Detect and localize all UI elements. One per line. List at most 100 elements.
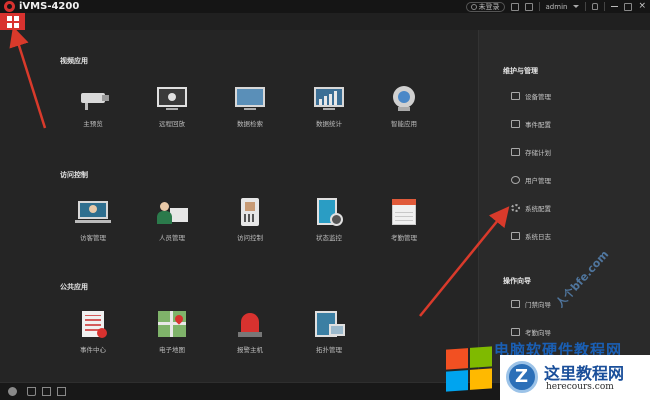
window-icon[interactable] bbox=[42, 387, 51, 396]
section-title-public: 公共应用 bbox=[60, 283, 88, 291]
app-label: 状态监控 bbox=[316, 234, 342, 242]
chevron-down-icon[interactable] bbox=[573, 5, 580, 8]
topology-icon bbox=[311, 310, 347, 338]
app-attendance-management[interactable]: 考勤管理 bbox=[374, 198, 434, 242]
app-e-map[interactable]: 电子地图 bbox=[142, 310, 202, 354]
menu-item-system-config[interactable]: 系统配置 bbox=[511, 202, 551, 214]
event-icon bbox=[511, 120, 520, 128]
attendance-icon bbox=[511, 328, 520, 336]
map-icon bbox=[154, 310, 190, 338]
login-status: 未登录 bbox=[478, 2, 500, 11]
app-data-statistics[interactable]: 数据统计 bbox=[299, 84, 359, 128]
gear-icon bbox=[511, 204, 520, 212]
menu-item-label: 用户管理 bbox=[525, 177, 551, 185]
guide-title: 操作向导 bbox=[503, 277, 531, 285]
menu-item-label: 门禁向导 bbox=[525, 301, 551, 309]
maintenance-title: 维护与管理 bbox=[503, 67, 538, 75]
brand-watermark: Z 这里教程网 herecours.com bbox=[500, 355, 650, 400]
cloud-icon bbox=[470, 3, 477, 10]
grid-icon bbox=[6, 15, 12, 21]
windows-logo-icon bbox=[446, 346, 492, 392]
menu-item-label: 系统配置 bbox=[525, 205, 551, 213]
menu-item-user-management[interactable]: 用户管理 bbox=[511, 174, 551, 186]
robot-icon bbox=[386, 84, 422, 112]
main-panel: 视频应用 主预览 远程回放 数据检索 数据统计 智能应用 访问控制 访客管理 人… bbox=[0, 30, 478, 382]
alarm-light-icon bbox=[232, 310, 268, 338]
door-icon bbox=[511, 300, 520, 308]
visitor-icon bbox=[75, 198, 111, 226]
app-label: 访客管理 bbox=[80, 234, 106, 242]
access-terminal-icon bbox=[232, 198, 268, 226]
app-label: 主预览 bbox=[83, 120, 103, 128]
app-event-center[interactable]: 事件中心 bbox=[63, 310, 123, 354]
app-logo-icon bbox=[4, 1, 15, 12]
menu-item-storage-plan[interactable]: 存储计划 bbox=[511, 146, 551, 158]
maximize-icon[interactable] bbox=[624, 2, 633, 11]
app-remote-playback[interactable]: 远程回放 bbox=[142, 84, 202, 128]
app-smart-application[interactable]: 智能应用 bbox=[374, 84, 434, 128]
user-icon bbox=[511, 176, 520, 184]
app-topology-management[interactable]: 拓扑管理 bbox=[299, 310, 359, 354]
separator bbox=[585, 2, 587, 11]
app-label: 电子地图 bbox=[159, 346, 185, 354]
app-label: 智能应用 bbox=[391, 120, 417, 128]
menu-item-label: 设备管理 bbox=[525, 93, 551, 101]
account-icon[interactable] bbox=[8, 387, 17, 396]
storage-icon bbox=[511, 148, 520, 156]
separator bbox=[538, 2, 540, 11]
grid-menu-button[interactable] bbox=[0, 13, 25, 30]
trash-icon[interactable] bbox=[27, 387, 36, 396]
menu-item-device-management[interactable]: 设备管理 bbox=[511, 90, 551, 102]
menu-item-label: 事件配置 bbox=[525, 121, 551, 129]
app-access-control[interactable]: 访问控制 bbox=[220, 198, 280, 242]
menu-item-attendance-guide[interactable]: 考勤向导 bbox=[511, 326, 551, 338]
app-label: 考勤管理 bbox=[391, 234, 417, 242]
titlebar-controls: 未登录 admin × bbox=[465, 1, 646, 12]
app-status-monitor[interactable]: 状态监控 bbox=[299, 198, 359, 242]
app-label: 人员管理 bbox=[159, 234, 185, 242]
app-title: iVMS-4200 bbox=[19, 1, 80, 12]
app-alarm-host[interactable]: 报警主机 bbox=[220, 310, 280, 354]
app-label: 报警主机 bbox=[237, 346, 263, 354]
minimize-icon[interactable] bbox=[611, 6, 619, 7]
close-icon[interactable]: × bbox=[638, 2, 646, 11]
app-visitor-management[interactable]: 访客管理 bbox=[63, 198, 123, 242]
lock-icon[interactable] bbox=[592, 3, 599, 10]
door-monitor-icon bbox=[311, 198, 347, 226]
statistics-monitor-icon bbox=[311, 84, 347, 112]
speaker-icon[interactable] bbox=[57, 387, 66, 396]
person-card-icon bbox=[154, 198, 190, 226]
app-label: 拓扑管理 bbox=[316, 346, 342, 354]
brand-logo-icon: Z bbox=[506, 361, 538, 393]
brand-title: 这里教程网 bbox=[544, 364, 625, 383]
right-panel: 维护与管理 设备管理 事件配置 存储计划 用户管理 系统配置 系统日志 操作向导… bbox=[478, 30, 650, 382]
image-icon[interactable] bbox=[524, 2, 533, 11]
app-label: 数据检索 bbox=[237, 120, 263, 128]
camera-icon bbox=[75, 84, 111, 112]
app-main-preview[interactable]: 主预览 bbox=[63, 84, 123, 128]
app-label: 远程回放 bbox=[159, 120, 185, 128]
separator bbox=[604, 2, 606, 11]
calendar-icon bbox=[386, 198, 422, 226]
app-data-search[interactable]: 数据检索 bbox=[220, 84, 280, 128]
section-title-access: 访问控制 bbox=[60, 171, 88, 179]
menu-item-label: 考勤向导 bbox=[525, 329, 551, 337]
playback-monitor-icon bbox=[154, 84, 190, 112]
menu-item-system-log[interactable]: 系统日志 bbox=[511, 230, 551, 242]
device-icon bbox=[511, 92, 520, 100]
app-label: 事件中心 bbox=[80, 346, 106, 354]
title-bar: iVMS-4200 未登录 admin × bbox=[0, 0, 650, 13]
section-title-video: 视频应用 bbox=[60, 57, 88, 65]
log-icon bbox=[511, 232, 520, 240]
menu-item-door-guide[interactable]: 门禁向导 bbox=[511, 298, 551, 310]
login-status-button[interactable]: 未登录 bbox=[465, 1, 505, 12]
search-monitor-icon bbox=[232, 84, 268, 112]
monitor-icon[interactable] bbox=[510, 2, 519, 11]
event-list-icon bbox=[75, 310, 111, 338]
username[interactable]: admin bbox=[546, 3, 568, 11]
app-label: 访问控制 bbox=[237, 234, 263, 242]
brand-url: herecours.com bbox=[546, 382, 614, 392]
menu-item-label: 存储计划 bbox=[525, 149, 551, 157]
app-person-management[interactable]: 人员管理 bbox=[142, 198, 202, 242]
menu-item-event-config[interactable]: 事件配置 bbox=[511, 118, 551, 130]
